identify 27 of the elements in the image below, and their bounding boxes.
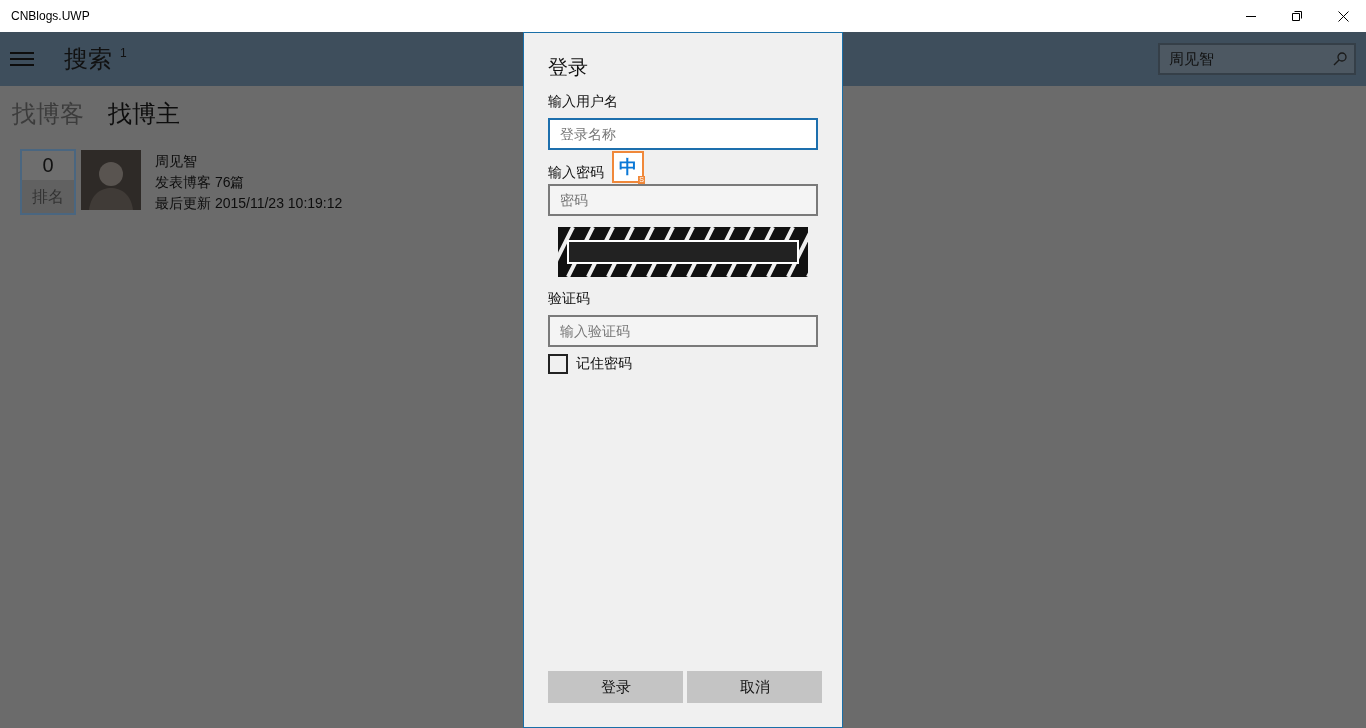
menu-icon <box>10 52 34 66</box>
search-icon[interactable] <box>1333 52 1347 66</box>
close-icon <box>1337 10 1349 22</box>
dialog-title: 登录 <box>548 55 589 80</box>
blogger-name: 周见智 <box>155 152 198 171</box>
tab[interactable]: 找博主 <box>108 96 180 132</box>
username-label: 输入用户名 <box>548 92 619 111</box>
captcha-label: 验证码 <box>548 289 591 308</box>
remember-label: 记住密码 <box>576 354 632 373</box>
minimize-icon <box>1246 15 1256 17</box>
dialog-button[interactable]: 登录 <box>548 671 683 703</box>
count-label: 1 <box>120 45 127 62</box>
search-field[interactable]: 周见智 <box>1158 43 1356 75</box>
restore-icon <box>1292 11 1302 21</box>
ime-mode: 中 <box>619 158 637 176</box>
dialog-button[interactable]: 取消 <box>687 671 822 703</box>
avatar <box>81 150 141 210</box>
window-title: CNBlogs.UWP <box>11 8 90 25</box>
captcha-field[interactable]: 输入验证码 <box>548 315 818 347</box>
password-field[interactable]: 密码 <box>548 184 818 216</box>
menu-button[interactable] <box>10 50 34 68</box>
username-field[interactable]: 登录名称 <box>548 118 818 150</box>
remember-checkbox[interactable] <box>548 353 568 374</box>
page-title: 搜索 <box>64 44 112 74</box>
password-label: 输入密码 <box>548 163 604 182</box>
last-updated: 最后更新 2015/11/23 10:19:12 <box>155 194 343 213</box>
post-count: 发表博客 76篇 <box>155 173 246 192</box>
